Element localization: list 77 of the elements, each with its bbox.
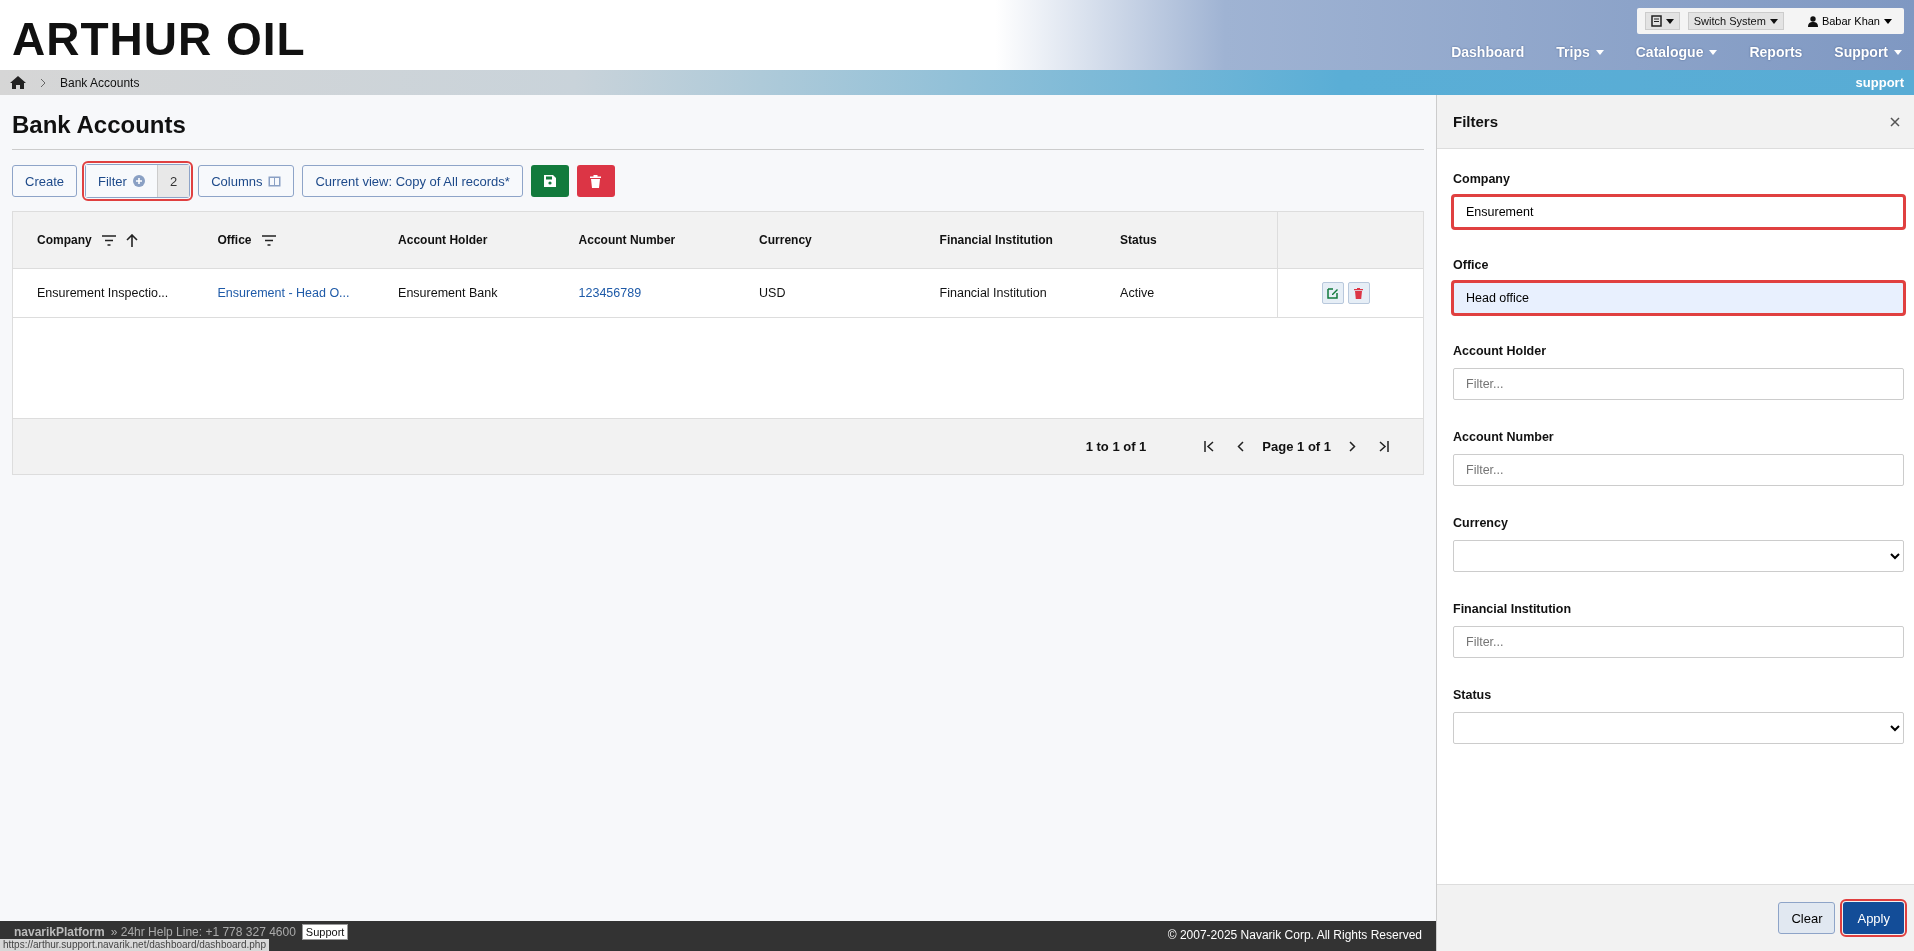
field-label: Account Number — [1453, 430, 1555, 444]
table-cell: Ensurement Bank — [398, 286, 498, 300]
sort-up-icon[interactable] — [125, 233, 138, 247]
caret-icon — [1665, 18, 1674, 24]
home-icon[interactable] — [10, 76, 26, 89]
caret-icon — [1769, 18, 1778, 24]
table-link[interactable]: 123456789 — [578, 286, 642, 300]
last-page-icon — [1378, 441, 1389, 452]
caret-icon — [1595, 49, 1604, 55]
page-title: Bank Accounts — [12, 109, 1424, 150]
apply-button[interactable]: Apply — [1843, 902, 1904, 934]
switch-system-button[interactable]: Switch System — [1687, 12, 1784, 30]
user-icon — [1807, 15, 1818, 27]
columns-button[interactable]: Columns — [198, 165, 295, 197]
table-cell: Active — [1120, 286, 1155, 300]
filter-icon[interactable] — [101, 234, 116, 246]
edit-icon — [1326, 287, 1339, 299]
field-label: Account Holder — [1453, 344, 1548, 358]
support-button[interactable]: Support — [301, 924, 349, 940]
field-label: Financial Institution — [1453, 602, 1573, 616]
table-cell: USD — [759, 286, 786, 300]
column-header[interactable]: Account Number — [578, 233, 676, 247]
breadcrumb-item[interactable]: Bank Accounts — [60, 75, 140, 90]
table-cell: Ensurement Inspectio... — [37, 286, 169, 300]
select-field[interactable] — [1453, 540, 1904, 572]
filter-field[interactable]: Filter... — [1453, 626, 1904, 658]
column-header[interactable]: Company — [37, 233, 92, 247]
chevron-left-icon — [1237, 441, 1245, 452]
current-view-button[interactable]: Current view: Copy of All records* — [302, 165, 523, 197]
plus-circle-icon — [132, 175, 145, 187]
table-link[interactable]: Ensurement - Head O... — [217, 286, 350, 300]
column-header[interactable]: Status — [1120, 233, 1157, 247]
caret-icon — [1884, 18, 1892, 24]
save-button[interactable] — [530, 165, 569, 197]
filter-button-group[interactable]: Filter 2 — [85, 164, 191, 198]
panel-title: Filters — [1453, 113, 1498, 130]
logo: ARTHUR OIL — [11, 12, 306, 67]
field-label: Office — [1453, 258, 1490, 272]
field-label: Status — [1453, 688, 1493, 702]
system-menu-button[interactable] — [1644, 12, 1680, 30]
help-line: » 24hr Help Line: +1 778 327 4600 — [110, 925, 296, 939]
caret-icon — [1894, 49, 1902, 55]
link-status-url: https://arthur.support.navarik.net/dashboard/dashboard.php — [0, 939, 269, 951]
first-page-icon — [1204, 441, 1216, 452]
clear-button[interactable]: Clear — [1778, 902, 1836, 934]
page-indicator: Page 1 of 1 — [1262, 439, 1331, 454]
close-icon — [1890, 117, 1900, 127]
filter-field[interactable]: Filter... — [1453, 454, 1904, 486]
field-label: Company — [1453, 172, 1511, 186]
column-header[interactable]: Financial Institution — [939, 233, 1053, 247]
user-menu[interactable]: Babar Khan — [1791, 15, 1896, 27]
delete-row-button[interactable] — [1347, 282, 1370, 304]
platform-name: navarikPlatform — [14, 925, 105, 939]
copyright: © 2007-2025 Navarik Corp. All Rights Reserved — [1167, 927, 1422, 942]
columns-icon — [268, 175, 282, 187]
select-field[interactable] — [1453, 712, 1904, 744]
filter-field[interactable]: Filter... — [1453, 368, 1904, 400]
create-button[interactable]: Create — [12, 165, 78, 197]
chevron-right-icon — [1349, 441, 1356, 452]
filter-icon[interactable] — [261, 234, 276, 246]
book-icon — [1650, 15, 1662, 27]
table-cell: Financial Institution — [939, 286, 1047, 300]
filter-field[interactable]: Ensurement — [1453, 196, 1904, 228]
column-header[interactable]: Account Holder — [398, 233, 488, 247]
delete-button[interactable] — [576, 165, 615, 197]
edit-button[interactable] — [1321, 282, 1344, 304]
record-range: 1 to 1 of 1 — [1085, 439, 1147, 454]
column-header[interactable]: Currency — [759, 233, 812, 247]
trash-icon — [590, 174, 602, 188]
caret-icon — [1709, 49, 1718, 55]
chevron-right-icon — [40, 77, 46, 88]
environment-label: support — [1855, 75, 1904, 90]
filter-count: 2 — [156, 165, 190, 197]
trash-icon — [1354, 287, 1364, 299]
column-header[interactable]: Office — [217, 233, 252, 247]
field-label: Currency — [1453, 516, 1509, 530]
filter-field[interactable]: Head office — [1453, 282, 1904, 314]
